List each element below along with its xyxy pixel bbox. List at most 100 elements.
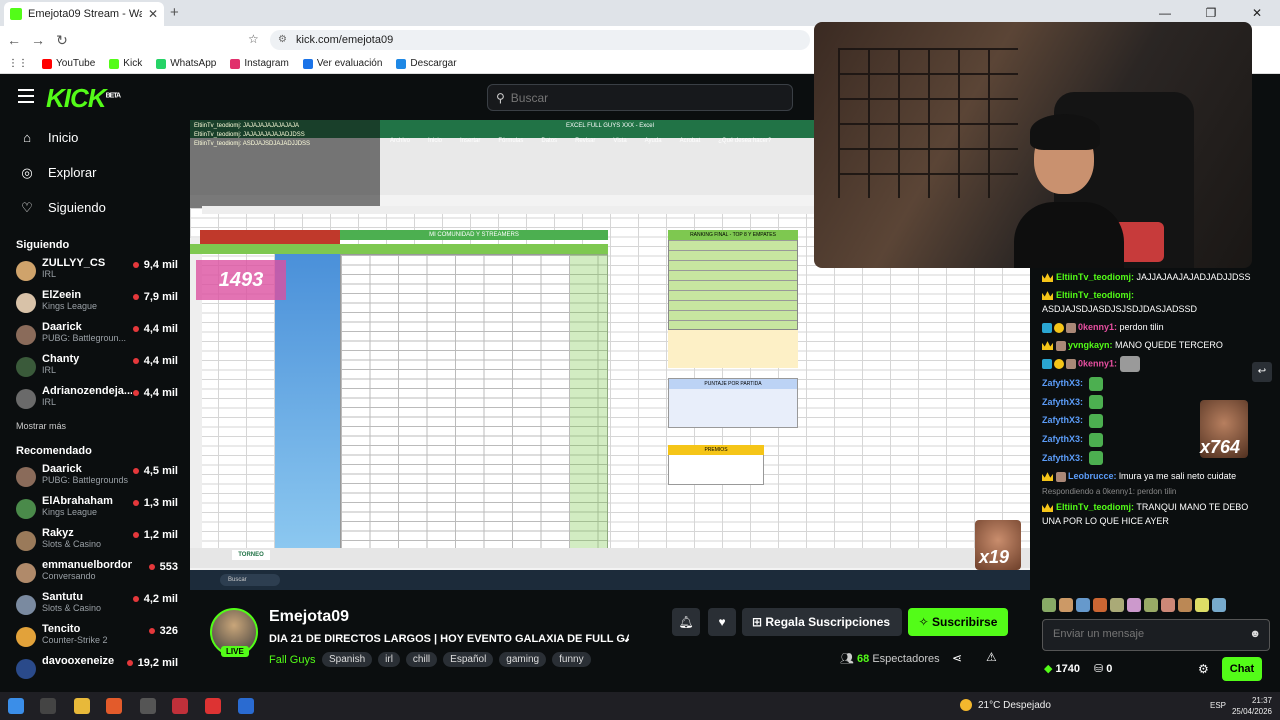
excel-menu-item: Insertar — [460, 138, 481, 144]
chat-message[interactable]: ZafythX3: — [1030, 374, 1280, 393]
gift-subs-button[interactable]: ⊞ Regala Suscripciones — [742, 608, 902, 636]
tag[interactable]: irl — [378, 652, 400, 667]
system-clock[interactable]: 21:37 25/04/2026 — [1232, 695, 1272, 717]
emote-overlay: x764 — [1200, 400, 1248, 458]
chat-message[interactable]: yvngkayn: MANO QUEDE TERCERO — [1030, 336, 1280, 354]
sidebar-channel[interactable]: Chanty IRL 4,4 mil — [0, 353, 190, 385]
emote-icon — [1088, 432, 1103, 447]
badge-icon — [1054, 359, 1064, 369]
chat-message[interactable]: Leobrucce: lmura ya me sali neto cuidate — [1030, 467, 1280, 485]
gear-icon[interactable]: ⚙ — [1198, 662, 1209, 676]
app-icon[interactable] — [238, 698, 254, 714]
report-icon[interactable]: ⚠ — [986, 650, 997, 664]
stream-title: DIA 21 DE DIRECTOS LARGOS | HOY EVENTO G… — [269, 633, 629, 645]
share-icon[interactable]: ⋖ — [952, 651, 962, 665]
weather-widget[interactable]: 21°C Despejado — [960, 699, 1051, 711]
sidebar-nav-1[interactable]: ◎ Explorar — [0, 155, 190, 190]
tag[interactable]: funny — [552, 652, 591, 667]
site-info-icon[interactable]: ⚙ — [278, 30, 287, 50]
url-field[interactable]: ⚙ kick.com/emejota09 — [270, 30, 810, 50]
windows-start-icon[interactable] — [8, 698, 24, 714]
drops[interactable]: ⛁ 0 — [1094, 662, 1112, 675]
sidebar-nav-2[interactable]: ♡ Siguiendo — [0, 190, 190, 225]
kick-logo[interactable]: KICKBETA — [46, 83, 121, 114]
reload-icon[interactable]: ↻ — [52, 32, 72, 49]
send-chat-button[interactable]: Chat — [1222, 657, 1262, 681]
sidebar-channel[interactable]: Daarick PUBG: Battlegroun... 4,4 mil — [0, 321, 190, 353]
heart-follow-button[interactable]: ♥ — [708, 608, 736, 636]
new-tab-icon[interactable]: + — [170, 4, 179, 21]
excel-menu-item: Revisar — [575, 138, 596, 144]
chat-input[interactable] — [1053, 628, 1233, 640]
app-icon[interactable] — [172, 698, 188, 714]
overlay-chat-line: EltiinTv_teodiomj: JAJAJAJAJAJADJDSS — [194, 132, 305, 138]
home-icon: ⌂ — [23, 130, 31, 145]
sidebar-channel[interactable]: Adrianozendeja... IRL 4,4 mil — [0, 385, 190, 417]
bookmark-0[interactable]: YouTube — [42, 58, 95, 69]
app-icon[interactable] — [140, 698, 156, 714]
tag[interactable]: Español — [443, 652, 494, 667]
bookmark-1[interactable]: Kick — [109, 58, 142, 69]
chat-message[interactable]: EltiinTv_teodiomj: TRANQUI MANO TE DEBO … — [1030, 498, 1280, 530]
sidebar-channel[interactable]: ElZeein Kings League 7,9 mil — [0, 289, 190, 321]
sidebar-channel[interactable]: emmanuelbordonn Conversando 553 — [0, 559, 190, 591]
chat-message[interactable]: EltiinTv_teodiomj: JAJJAJAAJAJADJADJJDSS — [1030, 268, 1280, 286]
app-icon[interactable] — [205, 698, 221, 714]
sidebar-channel[interactable]: Daarick PUBG: Battlegrounds 4,5 mil — [0, 463, 190, 495]
prizes-title: PREMIOS — [668, 445, 764, 455]
badge-icon — [1056, 340, 1066, 351]
chat-message[interactable]: EltiinTv_teodiomj: ASDJAJSDJASDJSJSDJDAS… — [1030, 286, 1280, 318]
browser-tab[interactable]: Emejota09 Stream - Watch Li ✕ — [4, 2, 164, 26]
bookmark-2[interactable]: WhatsApp — [156, 58, 216, 69]
bookmark-3[interactable]: Instagram — [230, 58, 289, 69]
search-box[interactable]: ⚲ — [487, 84, 793, 111]
language-indicator[interactable]: ESP — [1210, 701, 1226, 710]
close-tab-icon[interactable]: ✕ — [148, 7, 158, 21]
emote-bar[interactable] — [1042, 598, 1226, 612]
scores-table — [340, 254, 608, 550]
task-view-icon[interactable] — [40, 698, 56, 714]
back-icon[interactable]: ← — [4, 32, 24, 48]
apps-icon[interactable]: ⋮⋮ — [8, 58, 28, 69]
emote-icon — [1088, 376, 1103, 391]
category-link[interactable]: Fall Guys — [269, 654, 315, 666]
channel-name[interactable]: Emejota09 — [269, 608, 349, 626]
bell-icon[interactable]: 🔔︎ — [672, 608, 700, 636]
show-more-link[interactable]: Mostrar más — [0, 421, 190, 431]
sidebar-channel[interactable]: Rakyz Slots & Casino 1,2 mil — [0, 527, 190, 559]
search-input[interactable] — [510, 90, 781, 105]
bookmark-4[interactable]: Ver evaluación — [302, 58, 382, 69]
badge-icon — [1042, 322, 1052, 333]
forward-icon[interactable]: → — [28, 32, 48, 48]
sidebar-channel[interactable]: ElAbrahaham Kings League 1,3 mil — [0, 495, 190, 527]
chat-message[interactable]: 0kenny1: — [1030, 354, 1280, 374]
file-explorer-icon[interactable] — [74, 698, 90, 714]
excel-menu-item: Ayuda — [644, 138, 662, 144]
badge-icon — [1066, 359, 1076, 369]
brave-browser-icon[interactable] — [106, 698, 122, 714]
points-table: PUNTAJE POR PARTIDA — [668, 378, 798, 428]
chevron-down-icon[interactable]: ⌄ — [622, 632, 631, 645]
chat-input-box[interactable]: ☻ — [1042, 619, 1270, 651]
sidebar: ⌂ Inicio ◎ Explorar ♡ Siguiendo Siguiendo ZUL… — [0, 120, 190, 690]
score-overlay: 1493 — [196, 260, 286, 300]
bookmark-5[interactable]: Descargar — [396, 58, 457, 69]
sidebar-channel[interactable]: Santutu Slots & Casino 4,2 mil — [0, 591, 190, 623]
tag[interactable]: chill — [405, 652, 438, 667]
sidebar-channel[interactable]: Tencito Counter-Strike 2 326 — [0, 623, 190, 655]
tag[interactable]: gaming — [499, 652, 547, 667]
reply-context: Respondiendo a 0kenny1: perdon tilin — [1042, 487, 1177, 497]
sidebar-nav-0[interactable]: ⌂ Inicio — [0, 120, 190, 155]
menu-icon[interactable] — [18, 89, 34, 103]
channel-points[interactable]: ◆ 1740 — [1044, 662, 1080, 675]
sidebar-channel[interactable]: ZULLYY_CS IRL 9,4 mil — [0, 257, 190, 289]
reply-icon[interactable]: ↩ — [1252, 362, 1272, 382]
bookmark-icon[interactable]: ☆ — [248, 32, 259, 46]
emoji-icon[interactable]: ☻ — [1249, 628, 1261, 640]
sidebar-channel[interactable]: davooxeneize 19,2 mil — [0, 655, 190, 687]
subscribe-button[interactable]: ✧ Suscribirse — [908, 608, 1008, 636]
tag[interactable]: Spanish — [322, 652, 373, 667]
tag-list: Spanish irl chill Español gaming funny — [322, 652, 591, 667]
avatar — [16, 563, 36, 583]
chat-message[interactable]: 0kenny1: perdon tilin — [1030, 318, 1280, 336]
